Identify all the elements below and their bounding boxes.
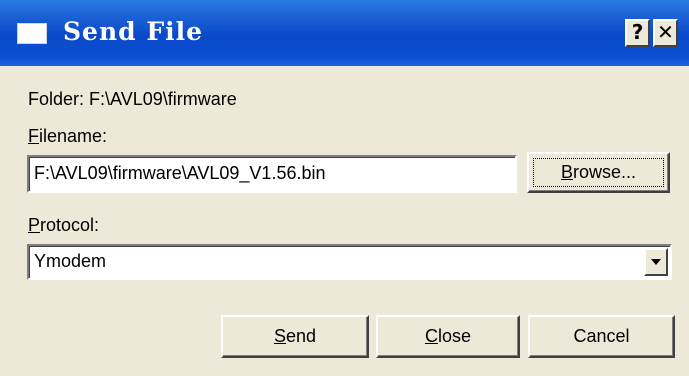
- close-button-rest: lose: [437, 326, 472, 346]
- close-button-accel: C: [424, 326, 438, 346]
- protocol-value: Ymodem: [34, 251, 107, 271]
- filename-input[interactable]: F:\AVL09\firmware\AVL09_V1.56.bin: [27, 155, 517, 193]
- window-title: Send File: [63, 17, 203, 46]
- send-file-dialog: Send File ? ✕ Folder: F:\AVL09\firmware …: [0, 0, 689, 376]
- help-icon: ?: [631, 20, 644, 44]
- protocol-label: Protocol:: [28, 215, 99, 236]
- close-window-button[interactable]: ✕: [653, 19, 678, 47]
- close-icon: ✕: [657, 20, 674, 44]
- cancel-button[interactable]: Cancel: [528, 315, 675, 358]
- protocol-label-accel: P: [28, 215, 41, 235]
- folder-label: Folder: F:\AVL09\firmware: [28, 89, 237, 109]
- protocol-select[interactable]: Ymodem: [27, 244, 672, 280]
- browse-button[interactable]: Browse...: [527, 152, 670, 193]
- filename-label: Filename:: [28, 126, 107, 147]
- send-button-accel: S: [273, 326, 286, 346]
- close-button[interactable]: Close: [376, 315, 520, 358]
- chevron-down-icon[interactable]: [644, 248, 668, 276]
- filename-label-rest: ilename:: [39, 126, 108, 146]
- send-button-rest: end: [285, 326, 317, 346]
- window-icon: [17, 23, 47, 44]
- filename-label-accel: F: [28, 126, 39, 146]
- help-button[interactable]: ?: [625, 19, 650, 47]
- send-button[interactable]: Send: [221, 315, 369, 358]
- protocol-label-rest: rotocol:: [40, 215, 100, 235]
- title-bar[interactable]: Send File ? ✕: [0, 0, 689, 66]
